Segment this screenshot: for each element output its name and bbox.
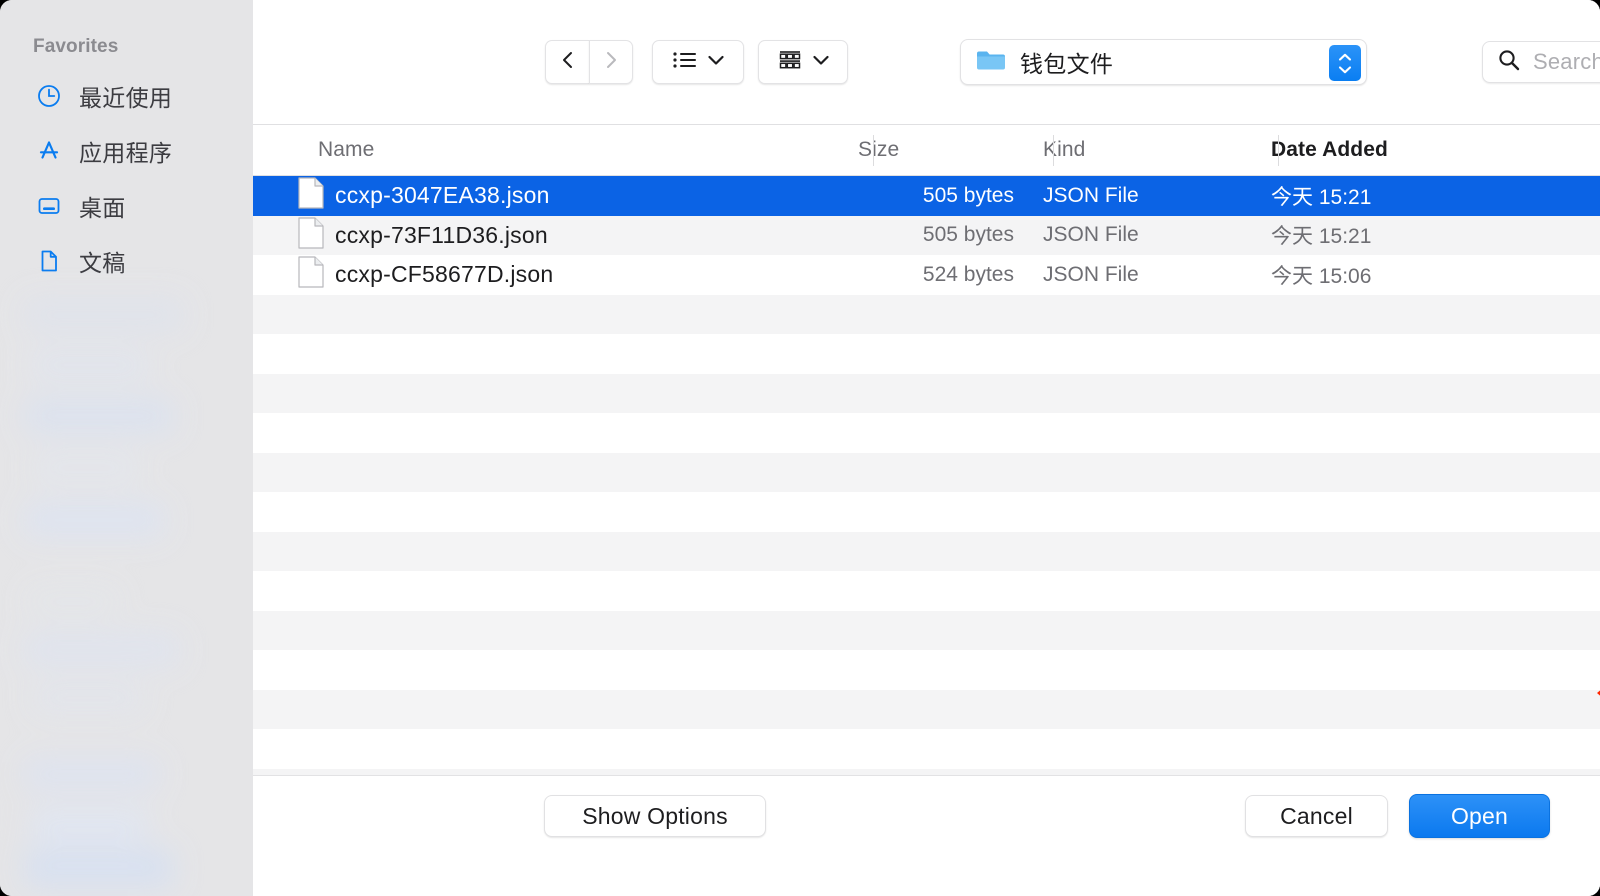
file-name-cell: ccxp-3047EA38.json [253,177,843,214]
group-view-icon [777,49,803,76]
json-file-icon [298,217,324,254]
path-popup-button[interactable]: 钱包文件 [960,39,1367,85]
empty-row [253,571,1600,611]
empty-row [253,492,1600,532]
open-file-dialog: Favorites 最近使用 应用程序 [0,0,1600,896]
path-popup-label: 钱包文件 [1020,45,1113,79]
file-name-cell: ccxp-CF58677D.json [253,256,843,293]
sidebar: Favorites 最近使用 应用程序 [0,0,253,896]
search-input[interactable]: Search [1482,41,1600,83]
empty-row [253,532,1600,572]
chevron-down-icon [708,53,724,71]
search-icon [1497,48,1521,77]
view-mode-button[interactable] [652,40,744,84]
search-placeholder: Search [1533,49,1600,75]
empty-row [253,769,1600,777]
file-kind: JSON File [1023,223,1247,247]
file-name-cell: ccxp-73F11D36.json [253,217,843,254]
empty-row [253,611,1600,651]
json-file-icon [298,177,324,214]
open-button[interactable]: Open [1409,794,1550,838]
file-date-added: 今天 15:21 [1247,181,1600,211]
empty-row [253,729,1600,769]
sidebar-item-label: 桌面 [79,189,126,223]
desktop-icon [36,193,62,219]
sidebar-item-label: 文稿 [79,244,126,278]
file-name: ccxp-CF58677D.json [335,261,553,288]
file-size: 505 bytes [843,223,1023,247]
file-date-added: 今天 15:06 [1247,260,1600,290]
column-headers: Name Size Kind Date Added [253,125,1600,176]
column-divider [873,135,874,166]
sidebar-item-label: 最近使用 [79,79,172,113]
file-name: ccxp-3047EA38.json [335,182,550,209]
empty-row [253,334,1600,374]
empty-row [253,690,1600,730]
sidebar-section-header: Favorites [0,0,253,58]
sidebar-item-recents[interactable]: 最近使用 [0,68,253,123]
column-divider [1053,135,1054,166]
chevron-left-icon [557,49,579,76]
file-kind: JSON File [1023,263,1247,287]
main-panel: 钱包文件 Search [253,0,1600,896]
empty-row [253,650,1600,690]
column-header-date-added[interactable]: Date Added [1247,125,1600,175]
column-header-size[interactable]: Size [843,125,1023,175]
file-name: ccxp-73F11D36.json [335,222,548,249]
table-row[interactable]: ccxp-CF58677D.json 524 bytes JSON File 今… [253,255,1600,295]
file-size: 505 bytes [843,184,1023,208]
file-date-added: 今天 15:21 [1247,220,1600,250]
folder-icon [975,47,1007,78]
file-kind: JSON File [1023,184,1247,208]
file-size: 524 bytes [843,263,1023,287]
sidebar-item-desktop[interactable]: 桌面 [0,178,253,233]
sidebar-favorites-list: 最近使用 应用程序 桌面 [0,68,253,288]
table-row[interactable]: ccxp-73F11D36.json 505 bytes JSON File 今… [253,216,1600,256]
stepper-updown-icon[interactable] [1329,45,1361,81]
cancel-button[interactable]: Cancel [1245,795,1388,837]
empty-row [253,374,1600,414]
empty-row [253,295,1600,335]
file-list[interactable]: ccxp-3047EA38.json 505 bytes JSON File 今… [253,176,1600,776]
forward-button[interactable] [589,40,633,84]
chevron-right-icon [600,49,622,76]
empty-row [253,453,1600,493]
sidebar-blurred-region [24,288,216,888]
clock-icon [36,83,62,109]
applications-icon [36,138,62,164]
toolbar: 钱包文件 Search [253,0,1600,125]
sidebar-item-label: 应用程序 [79,134,172,168]
table-row[interactable]: ccxp-3047EA38.json 505 bytes JSON File 今… [253,176,1600,216]
chevron-down-icon [813,53,829,71]
sidebar-item-applications[interactable]: 应用程序 [0,123,253,178]
dialog-footer: Show Options Cancel Open [253,776,1600,896]
documents-icon [36,248,62,274]
json-file-icon [298,256,324,293]
list-view-icon [672,49,698,76]
column-divider [1278,135,1279,166]
column-header-name[interactable]: Name [253,125,843,175]
show-options-button[interactable]: Show Options [544,795,766,837]
group-by-button[interactable] [758,40,848,84]
empty-row [253,413,1600,453]
sidebar-item-documents[interactable]: 文稿 [0,233,253,288]
column-header-kind[interactable]: Kind [1023,125,1247,175]
back-button[interactable] [545,40,589,84]
